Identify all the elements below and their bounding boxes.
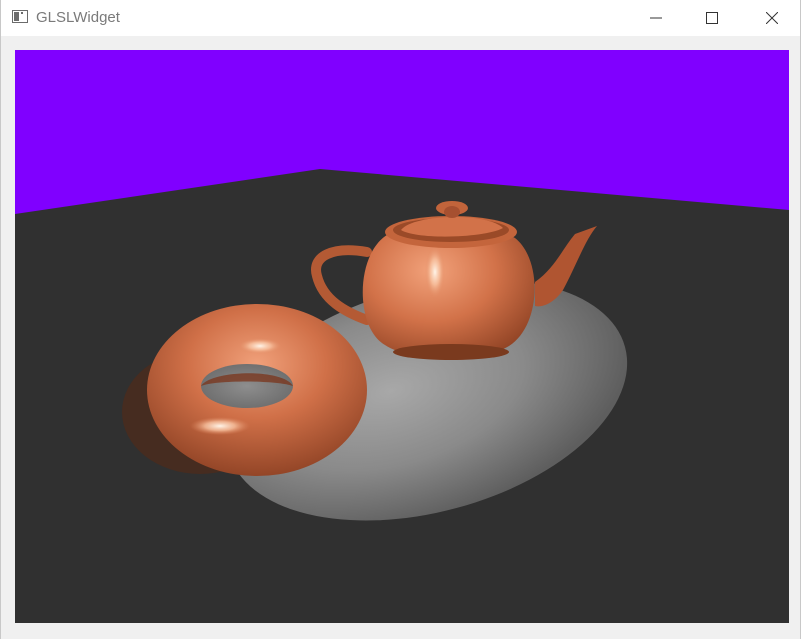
window-title: GLSLWidget	[36, 9, 120, 26]
opengl-viewport[interactable]	[15, 50, 789, 623]
close-button[interactable]	[749, 0, 795, 36]
maximize-icon	[706, 12, 718, 24]
torus	[147, 304, 367, 476]
glsl-widget-window: GLSLWidget	[0, 0, 801, 639]
close-icon	[766, 12, 778, 24]
minimize-button[interactable]	[633, 0, 679, 36]
app-window-icon	[12, 10, 28, 23]
maximize-button[interactable]	[689, 0, 735, 36]
minimize-icon	[650, 17, 662, 19]
title-bar[interactable]: GLSLWidget	[1, 0, 800, 36]
